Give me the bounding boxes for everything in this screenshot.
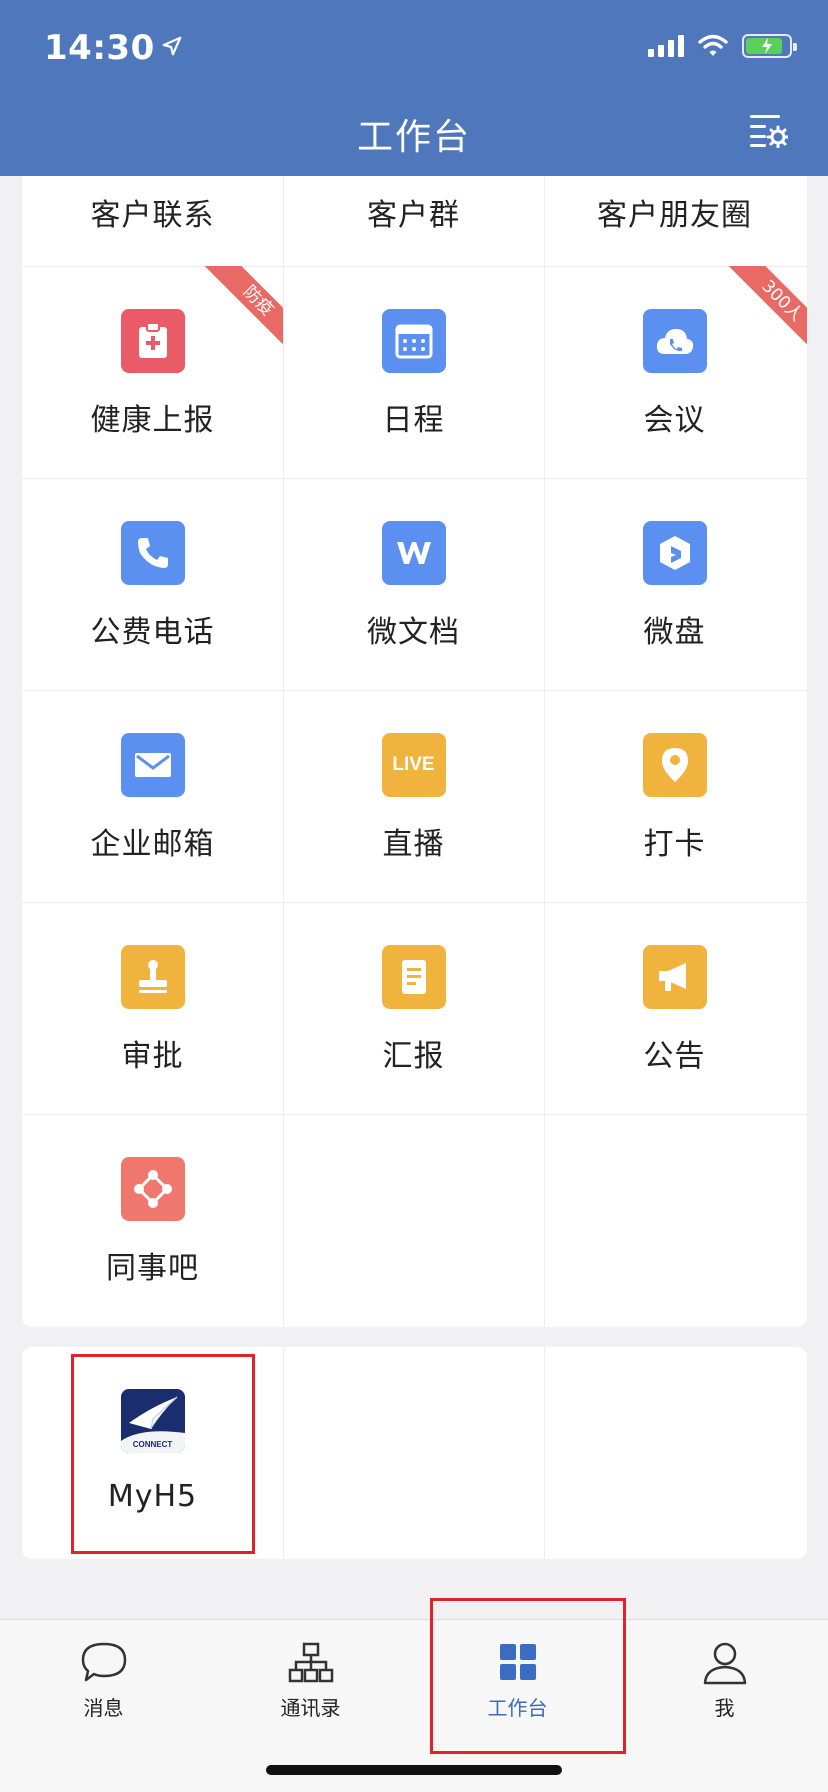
app-report[interactable]: 汇报 bbox=[283, 945, 544, 1075]
report-icon bbox=[381, 945, 446, 1009]
location-arrow-icon bbox=[162, 36, 182, 56]
org-chart-icon bbox=[288, 1642, 333, 1683]
stamp-icon bbox=[120, 945, 185, 1009]
app-label: 微文档 bbox=[367, 615, 460, 650]
badge-ribbon: 防疫 bbox=[193, 266, 283, 356]
badge-ribbon: 300人 bbox=[717, 266, 807, 356]
app-label: 审批 bbox=[121, 1039, 184, 1074]
calendar-icon bbox=[381, 309, 446, 373]
page-title: 工作台 bbox=[356, 117, 471, 158]
phone-icon bbox=[120, 521, 185, 585]
status-time: 14:30 bbox=[44, 28, 183, 68]
status-indicators bbox=[648, 34, 797, 58]
app-label: 汇报 bbox=[382, 1039, 445, 1074]
app-label: 健康上报 bbox=[90, 403, 215, 438]
cellular-signal-icon bbox=[648, 35, 684, 57]
app-label: 企业邮箱 bbox=[90, 827, 215, 862]
megaphone-icon bbox=[642, 945, 707, 1009]
person-icon bbox=[703, 1642, 746, 1685]
network-icon bbox=[120, 1157, 185, 1221]
drive-icon bbox=[642, 521, 707, 585]
app-label: 直播 bbox=[382, 827, 445, 862]
highlight-box-myh5 bbox=[71, 1354, 255, 1554]
status-time-text: 14:30 bbox=[44, 28, 155, 68]
app-paid-call[interactable]: 公费电话 bbox=[22, 521, 283, 651]
highlight-box-workbench bbox=[430, 1598, 626, 1754]
app-enterprise-mail[interactable]: 企业邮箱 bbox=[22, 733, 283, 863]
app-live[interactable]: LIVE 直播 bbox=[283, 733, 544, 863]
badge-text: 300人 bbox=[719, 266, 807, 356]
app-label: 打卡 bbox=[643, 827, 706, 862]
clipboard-plus-icon bbox=[120, 309, 185, 373]
battery-icon bbox=[742, 34, 797, 58]
badge-text: 防疫 bbox=[195, 266, 283, 356]
tab-label: 我 bbox=[714, 1696, 735, 1720]
tab-me[interactable]: 我 bbox=[621, 1640, 828, 1721]
tab-contacts[interactable]: 通讯录 bbox=[207, 1640, 414, 1721]
home-indicator bbox=[266, 1765, 562, 1775]
app-grid-card: 客户联系 客户群 客户朋友圈 健康上报 防疫 日程 会议 300人 公费电话 微… bbox=[22, 176, 807, 1327]
w-doc-icon bbox=[381, 521, 446, 585]
tab-messages[interactable]: 消息 bbox=[0, 1640, 207, 1721]
app-approval[interactable]: 审批 bbox=[22, 945, 283, 1075]
tab-label: 消息 bbox=[83, 1696, 124, 1720]
header-bar: 14:30 工作台 bbox=[0, 0, 828, 176]
location-pin-icon bbox=[642, 733, 707, 797]
app-announcement[interactable]: 公告 bbox=[544, 945, 805, 1075]
app-check-in[interactable]: 打卡 bbox=[544, 733, 805, 863]
app-customer-moments[interactable]: 客户朋友圈 bbox=[544, 190, 805, 234]
mail-icon bbox=[120, 733, 185, 797]
app-wedoc[interactable]: 微文档 bbox=[283, 521, 544, 651]
app-schedule[interactable]: 日程 bbox=[283, 309, 544, 439]
app-label: 同事吧 bbox=[106, 1251, 199, 1286]
app-colleague-bar[interactable]: 同事吧 bbox=[22, 1157, 283, 1287]
chat-bubble-icon bbox=[81, 1642, 126, 1682]
app-customer-group[interactable]: 客户群 bbox=[283, 190, 544, 234]
wifi-icon bbox=[698, 34, 728, 56]
live-icon: LIVE bbox=[381, 733, 446, 797]
tab-label: 通讯录 bbox=[280, 1696, 341, 1720]
app-label: 会议 bbox=[643, 403, 706, 438]
settings-list-icon[interactable] bbox=[748, 112, 788, 148]
live-icon-text: LIVE bbox=[392, 754, 435, 775]
app-label: 公费电话 bbox=[90, 615, 215, 650]
app-label: 公告 bbox=[643, 1039, 706, 1074]
app-label: 微盘 bbox=[643, 615, 706, 650]
app-customer-contact[interactable]: 客户联系 bbox=[22, 190, 283, 234]
cloud-phone-icon bbox=[642, 309, 707, 373]
app-label: 日程 bbox=[382, 403, 445, 438]
app-wedrive[interactable]: 微盘 bbox=[544, 521, 805, 651]
